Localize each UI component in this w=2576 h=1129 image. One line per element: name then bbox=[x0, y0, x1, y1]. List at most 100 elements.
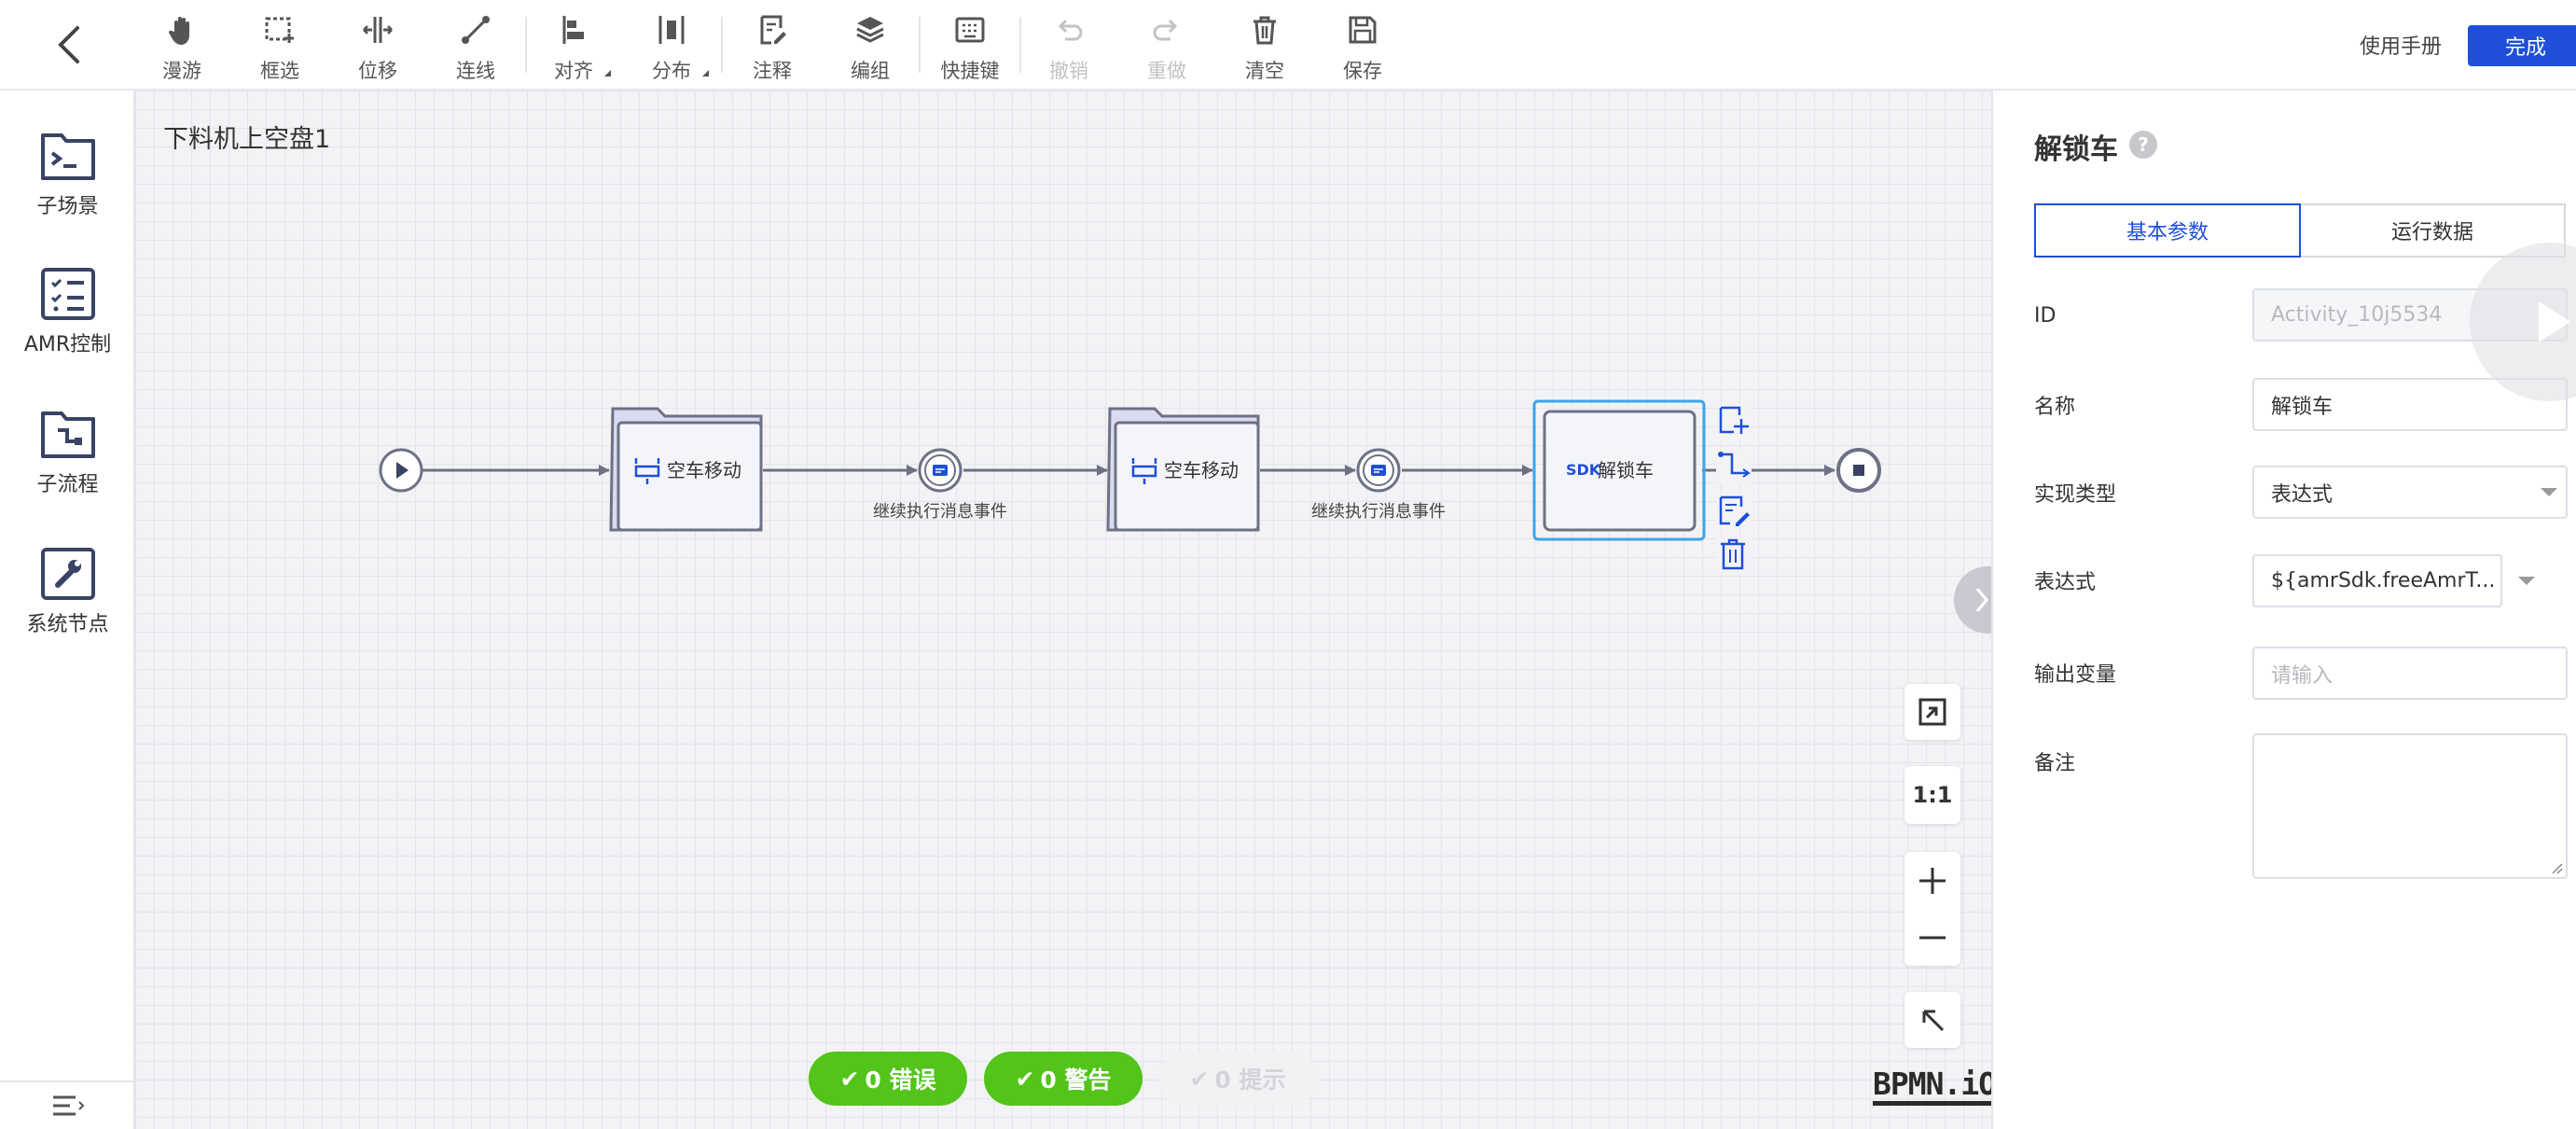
tool-marquee-button[interactable]: 框选 bbox=[233, 9, 326, 84]
name-label: 名称 bbox=[2034, 396, 2076, 419]
save-icon bbox=[1349, 16, 1377, 44]
hand-icon bbox=[168, 17, 189, 45]
chevron-down-icon[interactable] bbox=[2518, 577, 2535, 585]
check-icon: ✔ bbox=[1015, 1065, 1035, 1093]
expression-field[interactable]: ${amrSdk.freeAmrT... bbox=[2252, 554, 2502, 607]
tool-connect-button[interactable]: 连线 bbox=[429, 9, 522, 84]
tool-label: 分布 bbox=[652, 60, 691, 82]
zoom-controls bbox=[1904, 852, 1960, 966]
palette-item-subprocess[interactable]: 子流程 bbox=[0, 406, 135, 497]
dropdown-caret-icon bbox=[702, 70, 709, 77]
tool-clear-button[interactable]: 清空 bbox=[1218, 9, 1311, 84]
fit-screen-icon bbox=[1918, 698, 1946, 726]
tab-basic-params[interactable]: 基本参数 bbox=[2034, 203, 2301, 258]
palette-item-system-node[interactable]: 系统节点 bbox=[0, 546, 135, 637]
event-label: 继续执行消息事件 bbox=[873, 502, 1007, 522]
chevron-right-icon bbox=[1975, 588, 1988, 612]
palette-toggle-button[interactable] bbox=[0, 1080, 135, 1129]
dropdown-caret-icon bbox=[604, 70, 611, 77]
connect-icon bbox=[462, 16, 490, 44]
reset-origin-button[interactable] bbox=[1904, 992, 1960, 1048]
connect-tool-icon[interactable] bbox=[1716, 449, 1752, 484]
resize-handle-icon[interactable] bbox=[2550, 861, 2563, 874]
tool-label: 撤销 bbox=[1049, 60, 1088, 82]
task-empty-car-move-1[interactable]: 空车移动 bbox=[609, 407, 763, 532]
minus-icon bbox=[1919, 936, 1946, 939]
play-icon bbox=[2539, 301, 2570, 342]
hints-badge[interactable]: ✔ 0 提示 bbox=[1158, 1052, 1317, 1106]
palette-item-amr-control[interactable]: AMR控制 bbox=[0, 266, 135, 357]
align-left-icon bbox=[562, 16, 584, 44]
bpmn-canvas[interactable]: 下料机上空盘1 空车移动 继续执行消息事件 空车移动 继续执行消息事件 SDK … bbox=[135, 91, 1991, 1129]
undo-icon bbox=[1058, 19, 1083, 41]
output-var-field[interactable]: 请输入 bbox=[2252, 647, 2568, 700]
bpmn-io-logo[interactable]: BPMN.iO bbox=[1873, 1067, 1991, 1106]
tool-shortcuts-button[interactable]: 快捷键 bbox=[923, 9, 1017, 84]
toolbar-divider bbox=[721, 17, 723, 73]
remark-label: 备注 bbox=[2034, 752, 2076, 775]
message-icon bbox=[1371, 465, 1386, 476]
tool-label: 连线 bbox=[456, 60, 495, 82]
annotation-icon bbox=[760, 15, 786, 45]
warnings-badge[interactable]: ✔ 0 警告 bbox=[984, 1052, 1143, 1106]
sdk-badge: SDK bbox=[1566, 461, 1601, 479]
check-icon: ✔ bbox=[839, 1065, 860, 1093]
append-task-icon[interactable] bbox=[1716, 404, 1752, 439]
annotate-icon[interactable] bbox=[1716, 494, 1752, 529]
check-icon: ✔ bbox=[1189, 1065, 1210, 1093]
help-icon[interactable]: ? bbox=[2129, 131, 2157, 159]
tool-hand-button[interactable]: 漫游 bbox=[135, 9, 229, 84]
message-icon bbox=[933, 465, 948, 476]
impl-type-select[interactable]: 表达式 bbox=[2252, 466, 2568, 519]
tool-label: 注释 bbox=[753, 60, 792, 82]
fit-viewport-button[interactable] bbox=[1904, 684, 1960, 740]
task-sdk-unlock-car[interactable]: SDK 解锁车 bbox=[1532, 399, 1706, 541]
tool-redo-button[interactable]: 重做 bbox=[1120, 9, 1213, 84]
tool-annotation-button[interactable]: 注释 bbox=[726, 9, 819, 84]
back-button[interactable] bbox=[37, 13, 101, 77]
palette-label: 系统节点 bbox=[26, 613, 109, 636]
element-palette: 子场景 AMR控制 子流程 系统节点 bbox=[0, 91, 135, 1129]
errors-label: 0 错误 bbox=[865, 1066, 936, 1094]
tool-undo-button[interactable]: 撤销 bbox=[1022, 9, 1115, 84]
properties-panel: 解锁车 ? 基本参数 运行数据 ID Activity_10j5534 名称 解… bbox=[1991, 91, 2576, 1129]
message-catch-event-2[interactable]: 继续执行消息事件 bbox=[1311, 448, 1446, 522]
redo-icon bbox=[1153, 19, 1178, 41]
tool-distribute-button[interactable]: 分布 bbox=[625, 9, 718, 84]
tool-save-button[interactable]: 保存 bbox=[1316, 9, 1409, 84]
tool-label: 清空 bbox=[1245, 60, 1284, 82]
task-label: 空车移动 bbox=[667, 459, 741, 481]
wrench-icon bbox=[40, 548, 95, 600]
tool-label: 位移 bbox=[358, 60, 397, 82]
task-label: 空车移动 bbox=[1164, 459, 1239, 481]
remark-textarea[interactable] bbox=[2252, 733, 2568, 879]
user-manual-link[interactable]: 使用手册 bbox=[2360, 30, 2442, 60]
errors-badge[interactable]: ✔ 0 错误 bbox=[809, 1052, 967, 1106]
start-event[interactable] bbox=[379, 448, 423, 493]
task-label: 解锁车 bbox=[1598, 459, 1654, 481]
tool-label: 对齐 bbox=[554, 60, 593, 82]
top-toolbar: 漫游 框选 位移 连线 对齐 分布 注释 编组 快捷键 撤销 重做 清空 保存 … bbox=[0, 0, 2576, 91]
reset-zoom-button[interactable]: 1:1 bbox=[1904, 766, 1960, 824]
warnings-label: 0 警告 bbox=[1040, 1066, 1112, 1094]
distribute-icon bbox=[658, 16, 685, 44]
done-button[interactable]: 完成 bbox=[2468, 25, 2576, 66]
palette-label: 子流程 bbox=[36, 473, 99, 496]
zoom-out-button[interactable] bbox=[1904, 909, 1960, 966]
task-empty-car-move-2[interactable]: 空车移动 bbox=[1106, 407, 1260, 532]
message-catch-event-1[interactable]: 继续执行消息事件 bbox=[873, 448, 1007, 522]
delete-icon[interactable] bbox=[1716, 538, 1752, 574]
tool-align-button[interactable]: 对齐 bbox=[527, 9, 620, 84]
bpmn-diagram: 空车移动 继续执行消息事件 空车移动 继续执行消息事件 SDK 解锁车 bbox=[379, 399, 1881, 574]
plus-icon bbox=[1919, 867, 1946, 894]
tool-group-button[interactable]: 编组 bbox=[824, 9, 917, 84]
palette-item-subscene[interactable]: 子场景 bbox=[0, 128, 135, 219]
tool-space-button[interactable]: 位移 bbox=[331, 9, 424, 84]
end-event[interactable] bbox=[1836, 448, 1881, 493]
toolbar-divider bbox=[919, 17, 921, 73]
hints-label: 0 提示 bbox=[1214, 1066, 1286, 1094]
tool-label: 重做 bbox=[1147, 60, 1186, 82]
panel-title: 解锁车 bbox=[2034, 133, 2118, 166]
zoom-in-button[interactable] bbox=[1904, 852, 1960, 909]
group-layers-icon bbox=[856, 17, 884, 43]
